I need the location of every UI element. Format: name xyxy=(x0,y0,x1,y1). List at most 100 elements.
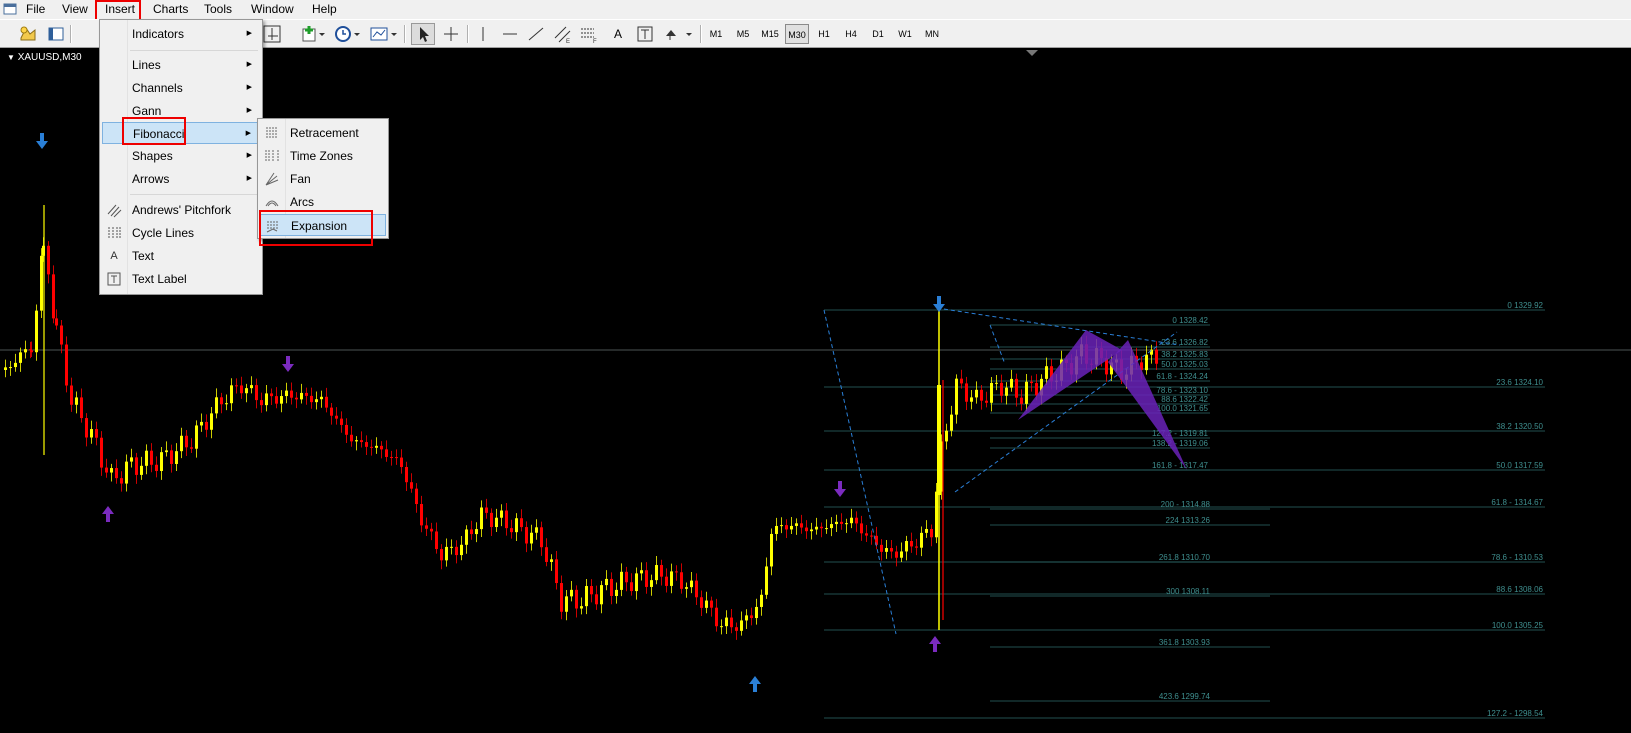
fib-arcs-icon xyxy=(265,200,279,207)
up-arrow-icon xyxy=(929,636,941,652)
candle-body xyxy=(115,468,118,479)
menu-file[interactable]: File xyxy=(20,0,51,19)
menu-view[interactable]: View xyxy=(56,0,94,19)
candle-body xyxy=(695,580,698,598)
timeframe-d1[interactable]: D1 xyxy=(866,24,890,44)
timeframe-w1[interactable]: W1 xyxy=(893,24,917,44)
candle-body xyxy=(275,396,278,404)
candle-body xyxy=(355,440,358,442)
dashed-trendline[interactable] xyxy=(823,309,897,635)
text-icon: A xyxy=(110,250,118,262)
candle-body xyxy=(370,446,373,448)
candle-body xyxy=(785,525,788,530)
candle-body xyxy=(1015,378,1018,398)
menu-item-arrows[interactable]: Arrows ▶ xyxy=(102,168,260,190)
candle-body xyxy=(255,385,258,401)
candle-body xyxy=(455,546,458,556)
candle-body xyxy=(565,596,568,612)
menu-item-time-zones[interactable]: Time Zones xyxy=(260,145,386,167)
menu-item-channels[interactable]: Channels ▶ xyxy=(102,77,260,99)
fib-level-label: 423.6 1299.74 xyxy=(1159,692,1211,701)
vertical-line-icon[interactable] xyxy=(474,24,492,44)
menu-item-indicators[interactable]: Indicators ▶ xyxy=(102,23,260,45)
timeframe-h1[interactable]: H1 xyxy=(812,24,836,44)
fib-level-label: 127.2 - 1298.54 xyxy=(1487,709,1544,718)
dashed-trendline[interactable] xyxy=(989,324,1006,365)
candle-body xyxy=(1045,366,1048,379)
candle-body xyxy=(660,565,663,577)
horizontal-line-icon[interactable] xyxy=(500,24,520,44)
down-arrow-icon xyxy=(282,356,294,372)
candle-body xyxy=(1020,397,1023,404)
crosshair-tool-icon[interactable] xyxy=(262,24,282,44)
menu-item-text-label[interactable]: Text Label xyxy=(102,268,260,290)
candle-body xyxy=(415,488,418,505)
templates-icon[interactable] xyxy=(368,24,398,44)
fib-level-label: 361.8 1303.93 xyxy=(1159,638,1211,647)
arrows-tool-icon[interactable] xyxy=(662,24,692,44)
timeframe-m15[interactable]: M15 xyxy=(758,24,782,44)
candle-body xyxy=(675,571,678,573)
text-label-tool-icon[interactable] xyxy=(636,24,654,44)
menu-item-lines[interactable]: Lines ▶ xyxy=(102,54,260,76)
candle-body xyxy=(825,528,828,530)
candle-body xyxy=(920,532,923,548)
menu-item-shapes[interactable]: Shapes ▶ xyxy=(102,145,260,167)
candle-body xyxy=(725,617,728,627)
submenu-arrow-icon: ▶ xyxy=(246,61,252,68)
timeframe-m5[interactable]: M5 xyxy=(731,24,755,44)
cursor-tool-icon[interactable] xyxy=(411,23,435,45)
chart-shift-marker[interactable] xyxy=(1026,50,1038,56)
fibonacci-retracement-icon[interactable]: F xyxy=(578,24,600,44)
candle-body xyxy=(915,546,918,548)
candle-body xyxy=(960,378,963,384)
candle-body xyxy=(150,450,153,465)
fib-level-label: 161.8 - 1317.47 xyxy=(1152,461,1209,470)
periodicity-icon[interactable] xyxy=(333,24,361,44)
timeframe-m1[interactable]: M1 xyxy=(704,24,728,44)
menu-item-fan[interactable]: Fan xyxy=(260,168,386,190)
candle-body xyxy=(1005,387,1008,396)
menu-charts[interactable]: Charts xyxy=(147,0,194,19)
candle-body xyxy=(365,442,368,447)
candle-body xyxy=(645,570,648,587)
dashed-trendline[interactable] xyxy=(936,307,1181,346)
market-watch-icon[interactable] xyxy=(46,24,66,44)
svg-text:F: F xyxy=(593,39,597,44)
candle-body xyxy=(895,551,898,558)
equidistant-channel-icon[interactable]: E xyxy=(552,24,574,44)
candle-body xyxy=(105,467,108,473)
candle-body xyxy=(240,385,243,394)
up-arrow-icon xyxy=(102,506,114,522)
menu-item-andrews-pitchfork[interactable]: Andrews' Pitchfork xyxy=(102,199,260,221)
chart-collapse-icon[interactable]: ▼ xyxy=(7,53,15,62)
menu-window[interactable]: Window xyxy=(245,0,300,19)
trendline-icon[interactable] xyxy=(526,24,546,44)
candle-body xyxy=(735,627,738,631)
text-tool-icon[interactable]: A xyxy=(610,24,626,44)
candle-body xyxy=(215,397,218,414)
menu-item-text[interactable]: A Text xyxy=(102,245,260,267)
candle-body xyxy=(120,478,123,484)
submenu-arrow-icon: ▶ xyxy=(245,130,251,137)
dashed-trendline[interactable] xyxy=(954,331,1178,493)
timeframe-m30[interactable]: M30 xyxy=(785,24,809,44)
fib-level-label: 138.2 - 1319.06 xyxy=(1152,439,1209,448)
candle-body xyxy=(560,583,563,612)
candle-body xyxy=(980,389,983,401)
fib-level-label: 61.8 - 1314.67 xyxy=(1491,498,1543,507)
indicators-list-icon[interactable] xyxy=(300,24,326,44)
new-chart-icon[interactable] xyxy=(18,24,38,44)
menu-tools[interactable]: Tools xyxy=(198,0,238,19)
pitchfork-icon xyxy=(107,204,122,218)
candle-body xyxy=(425,525,428,529)
menu-help[interactable]: Help xyxy=(306,0,343,19)
menu-item-cycle-lines[interactable]: Cycle Lines xyxy=(102,222,260,244)
candle-body xyxy=(310,395,313,403)
candle-body xyxy=(90,429,93,438)
candle-body xyxy=(985,400,988,403)
timeframe-mn[interactable]: MN xyxy=(920,24,944,44)
timeframe-h4[interactable]: H4 xyxy=(839,24,863,44)
crosshair-icon[interactable] xyxy=(441,24,461,44)
menu-item-retracement[interactable]: Retracement xyxy=(260,122,386,144)
